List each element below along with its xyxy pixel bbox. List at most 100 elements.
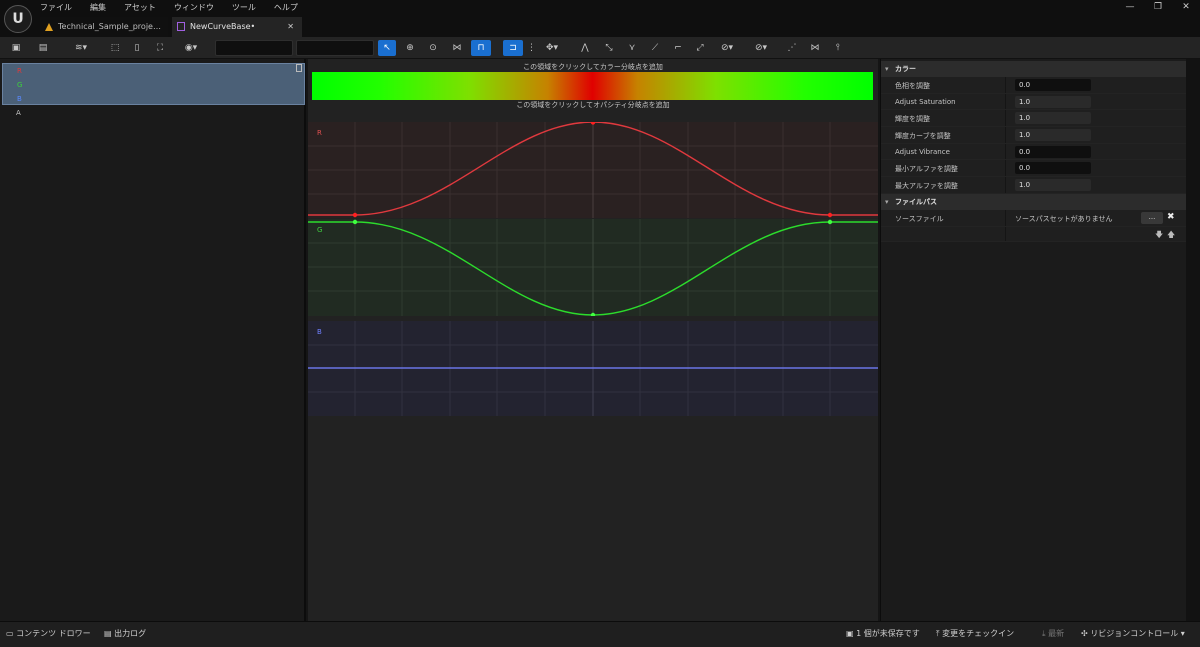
revision-control-button[interactable]: ✣ リビジョンコントロール ▾ <box>1081 628 1185 639</box>
curve-graph-b-svg <box>308 321 878 416</box>
distribute-keys-icon[interactable]: ⋰ <box>785 40 799 56</box>
retime-tool-icon[interactable]: ⊙ <box>425 40 441 56</box>
unsaved-button[interactable]: ▣ 1 個が未保存です <box>846 628 920 639</box>
content-drawer-button[interactable]: ▭ コンテンツ ドロワー <box>6 628 91 639</box>
curve-editor-toolbar: ▣ ▤ ≋▾ ⬚ ▯ ⛶ ◉▾ ↖ ⊕ ⊙ ⋈ ⊓ ⊐ ⋮ ✥▾ ⋀ ⤡ ⋎ ⟋… <box>0 37 1200 59</box>
unsaved-label: 1 個が未保存です <box>856 629 920 638</box>
property-label: Adjust Saturation <box>895 97 956 106</box>
axis-snap-dropdown-icon[interactable]: ✥▾ <box>540 40 564 56</box>
channel-list-panel: R G B A <box>0 59 306 621</box>
menu-asset[interactable]: アセット <box>124 2 156 13</box>
flatten-tangents-dropdown-icon[interactable]: ⊘▾ <box>715 40 739 56</box>
property-value-input[interactable]: 1.0 <box>1015 95 1091 108</box>
status-bar: ▭ コンテンツ ドロワー ▤ 出力ログ ▣ 1 個が未保存です ⤒ 変更をチェッ… <box>0 621 1200 647</box>
visibility-dropdown-icon[interactable]: ◉▾ <box>179 40 203 56</box>
key-reduce-icon[interactable]: ⫯ <box>831 40 845 56</box>
tangent-weighted-icon[interactable]: ⤢ <box>693 40 707 56</box>
property-value-input[interactable]: 1.0 <box>1015 179 1091 192</box>
menu-file[interactable]: ファイル <box>40 2 72 13</box>
property-value-input[interactable]: 0.0 <box>1015 79 1091 91</box>
menu-window[interactable]: ウィンドウ <box>174 2 214 13</box>
browse-source-button[interactable]: ... <box>1141 211 1163 224</box>
menu-tools[interactable]: ツール <box>232 2 256 13</box>
tangent-user-icon[interactable]: ⤡ <box>602 40 616 56</box>
straighten-tangents-icon[interactable]: ⋈ <box>808 40 822 56</box>
key-g-3[interactable] <box>827 219 833 225</box>
gradient-preview-bar[interactable] <box>312 72 873 100</box>
channel-item-g[interactable]: G <box>3 78 304 92</box>
tab-project[interactable]: Technical_Sample_proje… <box>40 17 168 37</box>
pin-icon[interactable] <box>296 64 302 72</box>
fit-view-icon[interactable]: ⛶ <box>153 40 167 56</box>
menu-edit[interactable]: 編集 <box>90 2 106 13</box>
restore-icon[interactable]: ❐ <box>1144 0 1172 14</box>
filter-dropdown-icon[interactable]: ⊘▾ <box>749 40 773 56</box>
details-panel: カラー 色相を調整 0.0 Adjust Saturation 1.0 輝度を調整 1… <box>880 59 1186 621</box>
color-stop-hint[interactable]: この領域をクリックしてカラー分岐点を追加 <box>308 62 878 72</box>
property-row-min-alpha: 最小アルファを調整 0.0 <box>881 160 1186 178</box>
property-label: 輝度を調整 <box>895 115 930 124</box>
channel-item-r[interactable]: R <box>3 64 304 78</box>
source-file-value: ソースパスセットがありません <box>1015 214 1113 223</box>
property-label: 色相を調整 <box>895 82 930 90</box>
section-filepath[interactable]: ファイルパス <box>881 193 1186 210</box>
select-tool-icon[interactable]: ↖ <box>378 40 396 56</box>
tangent-break-icon[interactable]: ⋎ <box>625 40 639 56</box>
browse-asset-icon[interactable]: ▤ <box>36 40 50 56</box>
property-label: 最大アルファを調整 <box>895 182 958 191</box>
multi-scale-tool-icon[interactable]: ⋈ <box>448 40 466 56</box>
minimize-icon[interactable]: — <box>1116 0 1144 14</box>
curve-editor-area: この領域をクリックしてカラー分岐点を追加 この領域をクリックしてオパシティ分岐点… <box>308 59 878 621</box>
check-in-button[interactable]: ⤒ 変更をチェックイン <box>936 628 1014 639</box>
frame-all-icon[interactable]: ⬚ <box>108 40 122 56</box>
snap-time-icon[interactable]: ⊐ <box>503 40 523 56</box>
key-r-2[interactable] <box>590 120 596 125</box>
tangent-linear-icon[interactable]: ⟋ <box>648 40 662 56</box>
key-g-2[interactable] <box>590 312 596 318</box>
graph-label-g: G <box>317 226 323 234</box>
transform-tool-icon[interactable]: ⊕ <box>402 40 418 56</box>
channel-item-b[interactable]: B <box>3 92 304 106</box>
property-value-input[interactable]: 0.0 <box>1015 162 1091 175</box>
property-value-input[interactable]: 1.0 <box>1015 112 1091 125</box>
curve-view-dropdown-icon[interactable]: ≋▾ <box>68 40 94 56</box>
content-drawer-label: コンテンツ ドロワー <box>16 629 91 638</box>
save-icon[interactable]: ▣ <box>9 40 23 56</box>
latest-button[interactable]: ⤓ 最新 <box>1042 628 1064 639</box>
time-input[interactable] <box>215 40 293 56</box>
key-r-3[interactable] <box>827 212 833 218</box>
curve-graph-r-svg <box>308 120 878 218</box>
menu-help[interactable]: ヘルプ <box>274 2 298 13</box>
channel-item-a[interactable]: A <box>16 109 21 117</box>
value-input[interactable] <box>296 40 374 56</box>
tangent-auto-icon[interactable]: ⋀ <box>578 40 592 56</box>
property-value-input[interactable]: 0.0 <box>1015 145 1091 158</box>
tangent-constant-icon[interactable]: ⌐ <box>671 40 685 56</box>
clear-source-icon[interactable]: ✖ <box>1167 212 1175 222</box>
tab-newcurvebase[interactable]: NewCurveBase• ✕ <box>172 17 302 37</box>
right-scrollbar[interactable] <box>1186 59 1200 621</box>
property-row-max-alpha: 最大アルファを調整 1.0 <box>881 177 1186 194</box>
unreal-logo-icon[interactable]: U <box>4 5 32 33</box>
revision-control-icon: ✣ <box>1081 629 1091 638</box>
key-r-1[interactable] <box>352 212 358 218</box>
main-menu: ファイル 編集 アセット ウィンドウ ツール ヘルプ <box>40 2 316 13</box>
frame-selection-icon[interactable]: ▯ <box>130 40 144 56</box>
key-g-1[interactable] <box>352 219 358 225</box>
more-options-icon[interactable]: ⋮ <box>527 40 536 56</box>
opacity-stop-hint[interactable]: この領域をクリックしてオパシティ分岐点を追加 <box>308 100 878 110</box>
section-color[interactable]: カラー <box>881 61 1186 77</box>
arrow-up-icon[interactable]: 🡅 <box>1167 229 1175 243</box>
close-window-icon[interactable]: ✕ <box>1172 0 1200 14</box>
curve-graph-b[interactable]: B <box>308 321 878 416</box>
arrow-down-icon[interactable]: 🡇 <box>1155 229 1163 243</box>
close-tab-icon[interactable]: ✕ <box>287 17 294 37</box>
property-label: 最小アルファを調整 <box>895 165 958 174</box>
curve-graph-g[interactable]: G <box>308 219 878 318</box>
snap-value-icon[interactable]: ⊓ <box>471 40 491 56</box>
curve-graph-r[interactable]: R <box>308 120 878 218</box>
property-value-input[interactable]: 1.0 <box>1015 129 1091 142</box>
graph-label-r: R <box>317 129 322 137</box>
output-log-button[interactable]: ▤ 出力ログ <box>104 628 146 639</box>
property-row-brightness: 輝度を調整 1.0 <box>881 110 1186 128</box>
